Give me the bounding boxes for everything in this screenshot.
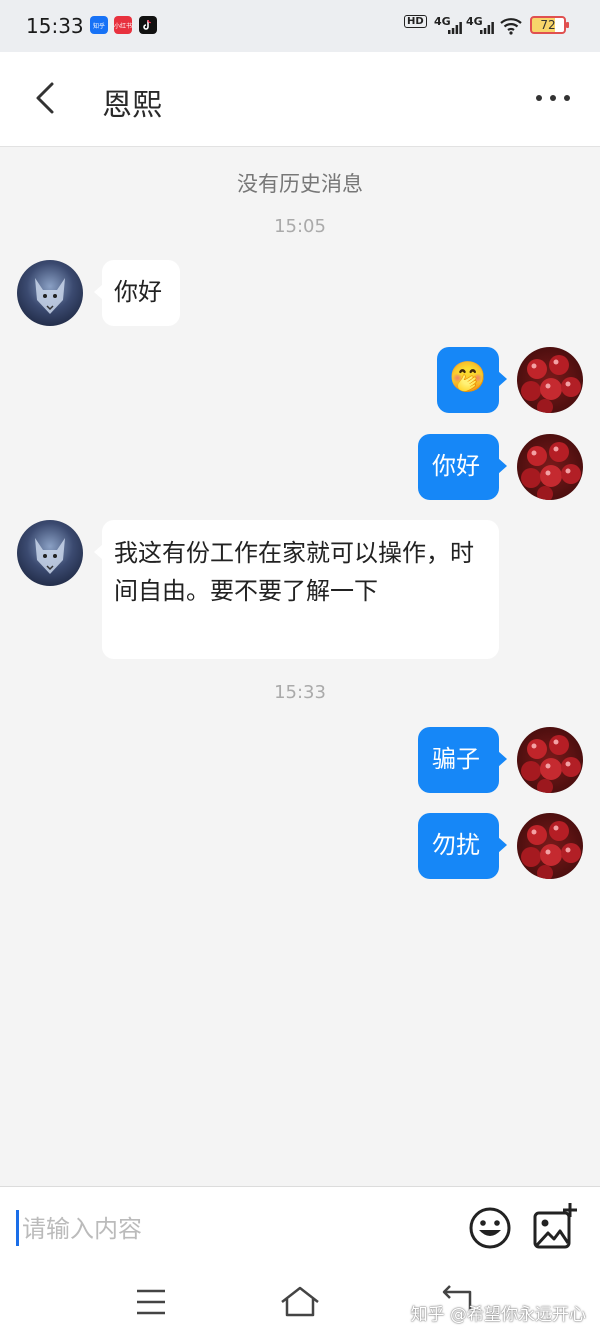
message-timestamp: 15:33 xyxy=(274,682,326,703)
outgoing-message-bubble[interactable]: 骗子 xyxy=(418,727,507,793)
system-nav-bar: 知乎 @希望你永远开心 xyxy=(0,1268,600,1336)
my-avatar[interactable] xyxy=(517,813,583,879)
incoming-message-bubble[interactable]: 我这有份工作在家就可以操作，时间自由。要不要了解一下 xyxy=(94,520,499,659)
more-dot-icon xyxy=(564,95,570,101)
signal-icon-1 xyxy=(448,22,462,37)
home-icon xyxy=(281,1286,319,1317)
no-history-notice: 没有历史消息 xyxy=(237,172,363,196)
home-nav-button[interactable] xyxy=(278,1282,322,1322)
watermark: 知乎 @希望你永远开心 xyxy=(410,1305,586,1325)
more-dot-icon xyxy=(536,95,542,101)
tiktok-app-icon xyxy=(139,16,157,34)
hd-badge: HD xyxy=(404,15,427,28)
contact-avatar[interactable] xyxy=(17,260,83,326)
message-timestamp: 15:05 xyxy=(274,216,326,237)
outgoing-message-bubble[interactable]: 你好 xyxy=(418,434,507,500)
more-dot-icon xyxy=(550,95,556,101)
zhihu-app-icon: 知乎 xyxy=(90,16,108,34)
outgoing-message-bubble[interactable]: 🤭 xyxy=(437,347,507,413)
more-options-button[interactable] xyxy=(536,88,576,108)
emoji-button[interactable] xyxy=(468,1206,512,1250)
contact-name: 恩熙 xyxy=(102,88,162,123)
menu-icon xyxy=(137,1289,165,1315)
signal-icon-2 xyxy=(480,22,494,37)
my-avatar[interactable] xyxy=(517,727,583,793)
cherry-avatar-image xyxy=(521,442,581,500)
cherry-avatar-image xyxy=(521,355,581,413)
chat-header: 恩熙 xyxy=(0,52,600,147)
message-input-bar xyxy=(0,1186,600,1269)
menu-nav-button[interactable] xyxy=(129,1282,173,1322)
incoming-message-bubble[interactable]: 你好 xyxy=(94,260,180,326)
message-input[interactable] xyxy=(20,1207,454,1251)
contact-avatar[interactable] xyxy=(17,520,83,586)
text-cursor xyxy=(16,1210,19,1246)
fox-avatar-image xyxy=(35,538,65,574)
cherry-avatar-image xyxy=(521,735,581,793)
send-image-button[interactable] xyxy=(532,1201,578,1251)
smiley-icon xyxy=(469,1207,511,1249)
wifi-icon xyxy=(500,17,522,38)
battery-indicator: 72 xyxy=(530,16,569,34)
chevron-left-icon xyxy=(36,82,54,114)
xiaohongshu-app-icon: 小红书 xyxy=(114,16,132,34)
my-avatar[interactable] xyxy=(517,347,583,413)
cherry-avatar-image xyxy=(521,821,581,879)
status-bar: 15:33 知乎 小红书 HD 4G 4G 72 xyxy=(0,0,600,52)
outgoing-message-bubble[interactable]: 勿扰 xyxy=(418,813,507,879)
back-button[interactable] xyxy=(28,78,68,118)
my-avatar[interactable] xyxy=(517,434,583,500)
image-add-icon xyxy=(533,1203,577,1249)
fox-avatar-image xyxy=(35,278,65,314)
status-time: 15:33 xyxy=(26,14,84,38)
